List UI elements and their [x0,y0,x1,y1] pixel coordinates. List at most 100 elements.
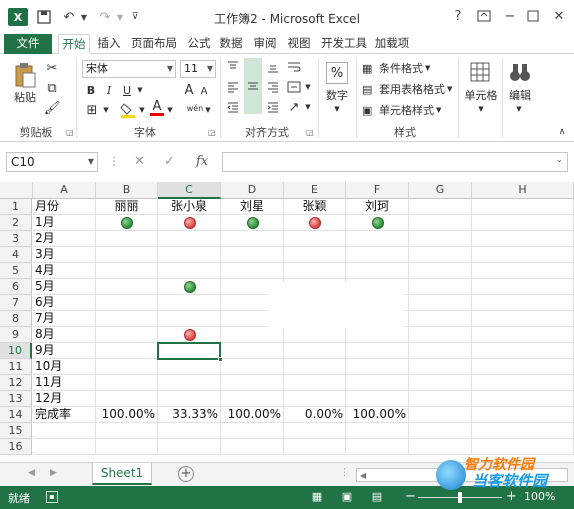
row-header-5[interactable]: 5 [0,263,32,279]
row-header-13[interactable]: 13 [0,391,32,407]
cell-a7[interactable]: 6月 [33,295,96,311]
copy-icon[interactable]: ⧉ [44,80,60,96]
macro-recording-icon[interactable]: ▪ [46,491,58,503]
cell-f10[interactable] [346,343,409,359]
cell-e16[interactable] [284,439,346,455]
column-header-f[interactable]: F [346,182,409,199]
column-header-h[interactable]: H [472,182,574,199]
collapse-ribbon-icon[interactable]: ∧ [556,126,568,138]
cell-d1[interactable]: 刘星 [221,199,284,215]
page-layout-view-icon[interactable]: ▣ [340,490,354,504]
tab-addins[interactable]: 加载项 [372,34,412,54]
cell-e4[interactable] [284,247,346,263]
phonetic-dropdown-icon[interactable]: ▼ [204,104,212,116]
paste-button[interactable]: 粘贴 [10,90,40,104]
cell-e11[interactable] [284,359,346,375]
align-bottom-icon[interactable] [266,60,280,74]
cell-b15[interactable] [96,423,158,439]
cell-h6[interactable] [472,279,574,295]
row-header-7[interactable]: 7 [0,295,32,311]
cell-b10[interactable] [96,343,158,359]
scroll-left-icon[interactable]: ◀ [360,469,366,482]
fill-color-dropdown-icon[interactable]: ▼ [138,102,146,118]
cell-a2[interactable]: 1月 [33,215,96,231]
cell-a16[interactable] [33,439,96,455]
cell-g9[interactable] [409,327,472,343]
underline-dropdown-icon[interactable]: ▼ [136,82,144,98]
cell-b5[interactable] [96,263,158,279]
cell-g1[interactable] [409,199,472,215]
row-header-11[interactable]: 11 [0,359,32,375]
cell-e9[interactable] [284,327,346,343]
cell-e15[interactable] [284,423,346,439]
cell-b7[interactable] [96,295,158,311]
font-size-combo[interactable]: 11 ▼ [180,60,216,78]
align-middle-active[interactable] [244,58,262,114]
cell-g2[interactable] [409,215,472,231]
cell-b12[interactable] [96,375,158,391]
editing-button[interactable]: 编辑 [506,88,534,102]
cell-a9[interactable]: 8月 [33,327,96,343]
cell-g10[interactable] [409,343,472,359]
cell-b11[interactable] [96,359,158,375]
fill-handle[interactable] [218,357,223,362]
align-left-icon[interactable] [226,80,240,94]
cell-a8[interactable]: 7月 [33,311,96,327]
row-header-10[interactable]: 10 [0,343,32,359]
cell-c16[interactable] [158,439,221,455]
cell-d16[interactable] [221,439,284,455]
cell-g5[interactable] [409,263,472,279]
cell-h2[interactable] [472,215,574,231]
font-color-dropdown-icon[interactable]: ▼ [166,102,174,118]
cell-styles-button[interactable]: ▣ 单元格样式 ▼ [362,102,446,118]
cell-h15[interactable] [472,423,574,439]
cell-c12[interactable] [158,375,221,391]
cell-a11[interactable]: 10月 [33,359,96,375]
bold-button[interactable]: B [84,82,98,98]
new-sheet-button[interactable]: + [178,466,194,482]
cell-c13[interactable] [158,391,221,407]
cell-h8[interactable] [472,311,574,327]
name-box-dropdown-icon[interactable]: ▼ [88,153,94,171]
font-launcher-icon[interactable]: ◲ [208,128,216,137]
borders-dropdown-icon[interactable]: ▼ [102,102,110,118]
cancel-icon[interactable]: ✕ [134,154,145,169]
cell-e3[interactable] [284,231,346,247]
cell-c11[interactable] [158,359,221,375]
cell-c4[interactable] [158,247,221,263]
cell-h14[interactable] [472,407,574,423]
merge-dropdown-icon[interactable]: ▼ [304,80,312,94]
formula-input[interactable]: ⌄ [222,152,568,172]
cells-icon[interactable] [468,60,492,84]
cell-g11[interactable] [409,359,472,375]
tab-view[interactable]: 视图 [284,34,314,54]
enter-icon[interactable]: ✓ [164,154,175,169]
italic-button[interactable]: I [102,82,116,98]
cell-e12[interactable] [284,375,346,391]
cell-b13[interactable] [96,391,158,407]
cell-e1[interactable]: 张颖 [284,199,346,215]
editing-dropdown-icon[interactable]: ▼ [514,104,524,114]
align-top-icon[interactable] [226,60,240,74]
font-color-button[interactable]: A [150,99,164,116]
tab-page-layout[interactable]: 页面布局 [128,34,180,54]
cell-f13[interactable] [346,391,409,407]
row-header-16[interactable]: 16 [0,439,32,455]
select-all-corner[interactable] [0,182,33,199]
cell-g13[interactable] [409,391,472,407]
column-header-d[interactable]: D [221,182,284,199]
cell-b8[interactable] [96,311,158,327]
format-as-table-button[interactable]: ▤ 套用表格格式 ▼ [362,81,456,97]
cell-d9[interactable] [221,327,284,343]
cell-h7[interactable] [472,295,574,311]
tab-review[interactable]: 审阅 [250,34,280,54]
cell-c7[interactable] [158,295,221,311]
row-header-2[interactable]: 2 [0,215,32,231]
cell-d15[interactable] [221,423,284,439]
percent-style-icon[interactable]: % [326,62,348,84]
orientation-icon[interactable]: ↗ [286,100,302,114]
cell-b16[interactable] [96,439,158,455]
row-header-14[interactable]: 14 [0,407,32,423]
cell-g12[interactable] [409,375,472,391]
cell-g8[interactable] [409,311,472,327]
